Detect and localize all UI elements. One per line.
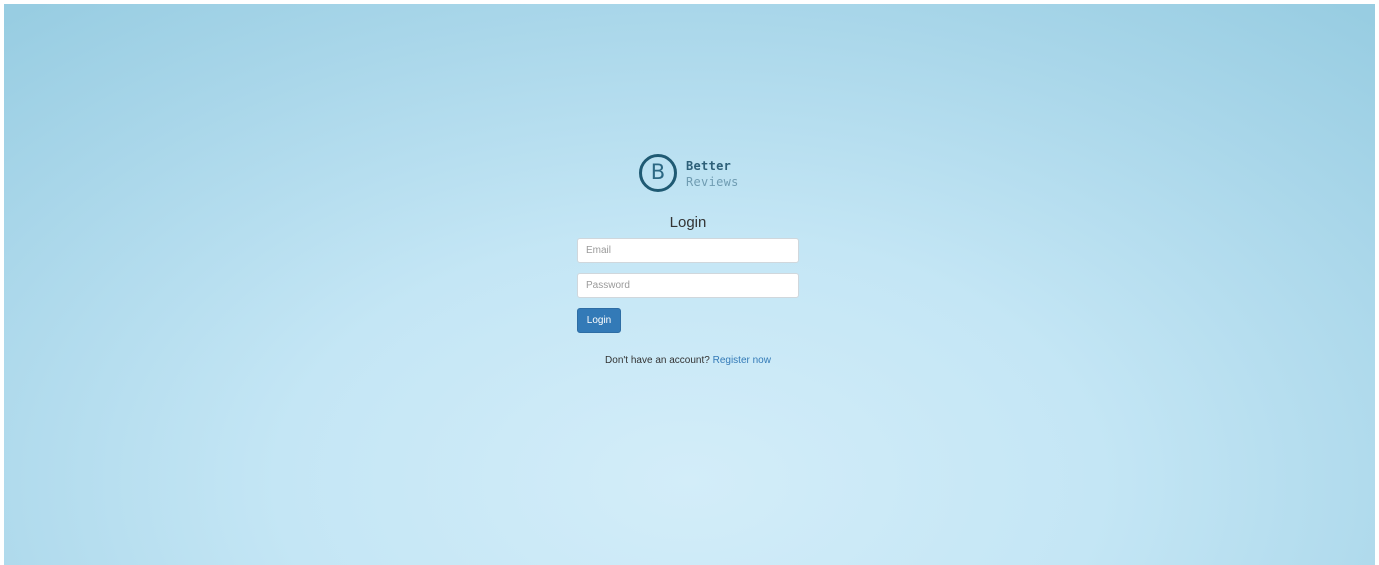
logo-text-better: Better <box>686 159 732 173</box>
password-field[interactable] <box>577 273 799 298</box>
logo-letter: B <box>650 160 666 184</box>
logo-text-reviews: Reviews <box>686 175 739 189</box>
register-prompt: Don't have an account? Register now <box>577 355 799 366</box>
better-reviews-logo: B Better Reviews <box>639 154 749 200</box>
login-button[interactable]: Login <box>577 308 621 333</box>
page-title: Login <box>669 214 707 231</box>
register-now-link[interactable]: Register now <box>713 355 771 366</box>
logo-circle-icon: B <box>639 154 677 192</box>
register-prompt-text: Don't have an account? <box>605 355 710 366</box>
email-field[interactable] <box>577 238 799 263</box>
